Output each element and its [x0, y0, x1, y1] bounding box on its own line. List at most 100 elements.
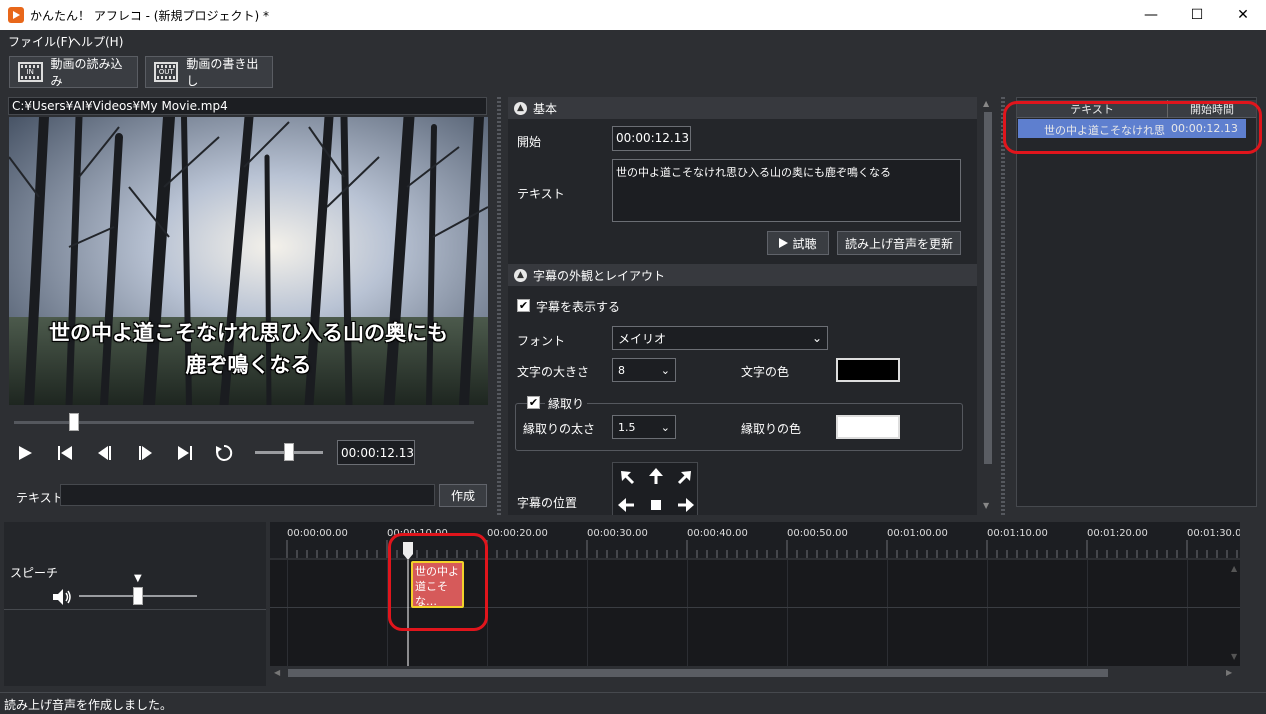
track-area[interactable]: 世の中よ 道こそな… ▲ ▼: [270, 560, 1240, 666]
properties-scrollbar[interactable]: ▲ ▼: [981, 97, 995, 515]
text-color-label: 文字の色: [741, 365, 790, 379]
ruler-tick-label: 00:00:30.00: [587, 528, 648, 539]
video-preview[interactable]: 世の中よ道こそなけれ思ひ入る山の奥にも 鹿ぞ鳴くなる: [9, 117, 488, 405]
film-out-icon: OUT: [154, 62, 179, 82]
volume-thumb[interactable]: [284, 443, 294, 461]
ruler-tick-label: 00:00:50.00: [787, 528, 848, 539]
speaker-icon[interactable]: [52, 588, 72, 609]
scroll-left-icon[interactable]: ◀: [274, 668, 280, 677]
collapse-icon: ▲: [514, 101, 527, 115]
update-voice-button[interactable]: 読み上げ音声を更新: [837, 231, 961, 255]
film-in-icon: IN: [18, 62, 43, 82]
play-icon: [779, 238, 789, 248]
video-path: C:¥Users¥AI¥Videos¥My Movie.mp4: [8, 97, 487, 115]
grid-line: [1187, 560, 1188, 666]
arrow-up-left-icon[interactable]: [621, 471, 635, 485]
outline-width-label: 縁取りの太さ: [523, 422, 596, 436]
preview-button[interactable]: 試聴: [767, 231, 829, 255]
current-time-field[interactable]: 00:00:12.13: [337, 440, 415, 465]
outline-color-swatch[interactable]: [836, 415, 900, 439]
import-video-button[interactable]: IN 動画の読み込み: [9, 56, 138, 88]
center-square-icon[interactable]: [651, 500, 661, 510]
font-select[interactable]: メイリオ ⌄: [612, 326, 828, 350]
basic-text-label: テキスト: [517, 187, 565, 201]
arrow-left-icon[interactable]: [618, 498, 634, 512]
text-color-swatch[interactable]: [836, 358, 900, 382]
list-header-text[interactable]: テキスト: [1017, 101, 1167, 117]
list-header-start[interactable]: 開始時間: [1168, 101, 1256, 117]
import-video-label: 動画の読み込み: [50, 57, 123, 88]
title-bar: かんたん！ アフレコ - (新規プロジェクト) * — ☐ ✕: [0, 0, 1266, 30]
arrow-right-icon[interactable]: [678, 498, 694, 512]
appearance-section-header[interactable]: ▲ 字幕の外観とレイアウト: [508, 264, 977, 286]
track-header-panel: スピーチ ▼: [4, 522, 266, 686]
basic-section-title: 基本: [533, 101, 558, 116]
menu-file[interactable]: ファイル(F): [8, 33, 72, 50]
status-bar: 読み上げ音声を作成しました。: [0, 692, 1266, 714]
track-divider: [4, 609, 266, 610]
collapse-icon: ▲: [514, 268, 527, 282]
scroll-thumb[interactable]: [984, 112, 992, 464]
step-back-icon[interactable]: [94, 444, 116, 462]
volume-marker-icon: ▼: [134, 573, 142, 584]
create-button[interactable]: 作成: [439, 484, 487, 507]
player-text-input[interactable]: [60, 484, 435, 506]
size-value: 8: [618, 363, 625, 377]
play-icon[interactable]: [14, 444, 36, 462]
seek-bar[interactable]: [14, 421, 474, 424]
maximize-button[interactable]: ☐: [1174, 0, 1220, 30]
arrow-up-right-icon[interactable]: [677, 471, 691, 485]
scroll-down-icon[interactable]: ▼: [1231, 652, 1237, 661]
close-button[interactable]: ✕: [1220, 0, 1266, 30]
position-pad: [612, 462, 698, 515]
list-item-start: 00:00:12.13: [1171, 122, 1238, 135]
ruler-tick-label: 00:00:10.00: [387, 528, 448, 539]
basic-section-header[interactable]: ▲ 基本: [508, 97, 977, 119]
player-text-label: テキスト: [16, 491, 64, 505]
list-item[interactable]: 世の中よ道こそなけれ思ひ入る山の奥にも鹿ぞ鳴くなる 00:00:12.13: [1018, 119, 1246, 138]
skip-end-icon[interactable]: [174, 444, 196, 462]
grid-line: [987, 560, 988, 666]
scroll-down-icon[interactable]: ▼: [983, 501, 993, 511]
font-label: フォント: [517, 334, 566, 348]
list-header: テキスト 開始時間: [1017, 100, 1256, 118]
timeline-scrollbar[interactable]: ◀ ▶: [270, 666, 1240, 680]
start-time-field[interactable]: 00:00:12.13: [612, 126, 691, 151]
track-volume-thumb[interactable]: [133, 587, 143, 605]
grid-line: [387, 560, 388, 666]
ruler-tick-label: 00:00:20.00: [487, 528, 548, 539]
export-video-button[interactable]: OUT 動画の書き出し: [145, 56, 273, 88]
ruler-tick-label: 00:01:00.00: [887, 528, 948, 539]
grid-line: [1087, 560, 1088, 666]
outline-color-label: 縁取りの色: [741, 422, 802, 436]
loop-icon[interactable]: [213, 444, 235, 462]
skip-start-icon[interactable]: [54, 444, 76, 462]
scroll-thumb[interactable]: [288, 669, 1108, 677]
scroll-right-icon[interactable]: ▶: [1226, 668, 1232, 677]
outline-checkbox[interactable]: ✔: [527, 396, 540, 409]
ruler-tick-label: 00:01:30.00: [1187, 528, 1240, 539]
playhead[interactable]: [402, 542, 414, 666]
grid-line: [687, 560, 688, 666]
grid-line: [887, 560, 888, 666]
show-subtitle-checkbox[interactable]: ✔: [517, 299, 530, 312]
speech-clip[interactable]: 世の中よ 道こそな…: [411, 561, 464, 608]
right-splitter[interactable]: [1001, 97, 1005, 515]
minimize-button[interactable]: —: [1128, 0, 1174, 30]
scroll-up-icon[interactable]: ▲: [983, 99, 993, 109]
menu-bar: ファイル(F) ヘルプ(H): [0, 30, 1266, 52]
scroll-up-icon[interactable]: ▲: [1231, 564, 1237, 573]
size-select[interactable]: 8 ⌄: [612, 358, 676, 382]
step-forward-icon[interactable]: [134, 444, 156, 462]
outline-width-select[interactable]: 1.5 ⌄: [612, 415, 676, 439]
ruler-tick-label: 00:00:00.00: [287, 528, 348, 539]
menu-help[interactable]: ヘルプ(H): [69, 33, 123, 50]
time-ruler[interactable]: 00:00:00.00 00:00:10.00 00:00:20.00 00:00:3…: [270, 522, 1240, 558]
grid-line: [487, 560, 488, 666]
left-splitter[interactable]: [497, 97, 501, 515]
seek-thumb[interactable]: [68, 413, 79, 431]
subtitle-text-area[interactable]: 世の中よ道こそなけれ思ひ入る山の奥にも鹿ぞ鳴くなる: [612, 159, 961, 222]
subtitle-line-2: 鹿ぞ鳴くなる: [185, 353, 312, 377]
window-title: かんたん！ アフレコ - (新規プロジェクト) *: [30, 9, 269, 23]
arrow-up-icon[interactable]: [649, 468, 663, 484]
